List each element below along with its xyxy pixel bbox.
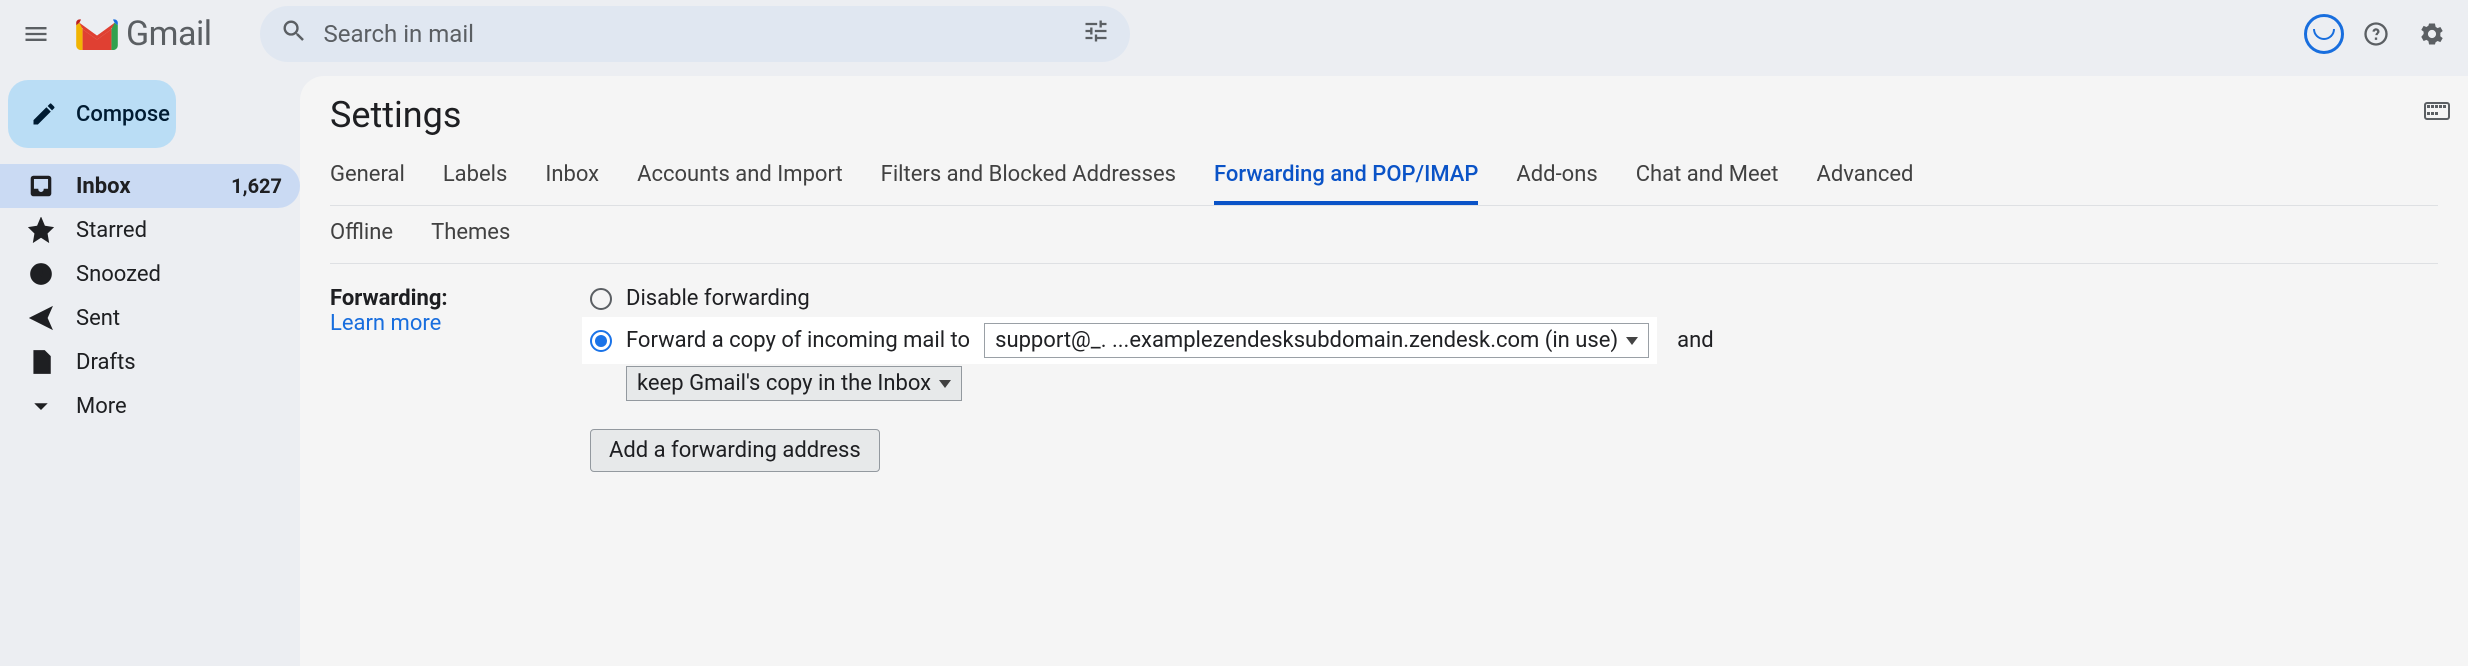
learn-more-link[interactable]: Learn more (330, 311, 441, 336)
page-title: Settings (330, 94, 2438, 136)
compose-button[interactable]: Compose (8, 80, 176, 148)
sidebar-item-label: More (76, 394, 282, 419)
search-bar[interactable] (260, 6, 1130, 62)
radio-forward-row[interactable]: Forward a copy of incoming mail to suppo… (584, 319, 1655, 362)
sidebar-item-label: Snoozed (76, 262, 282, 287)
search-tune-icon[interactable] (1082, 17, 1110, 51)
tab-accounts-and-import[interactable]: Accounts and Import (637, 148, 843, 205)
and-text: and (1677, 328, 1714, 353)
help-icon[interactable] (2352, 10, 2400, 58)
send-icon (28, 305, 54, 331)
inbox-count: 1,627 (231, 174, 282, 198)
sidebar-item-label: Sent (76, 306, 282, 331)
tab-inbox[interactable]: Inbox (545, 148, 599, 205)
radio-icon[interactable] (590, 330, 612, 352)
sidebar-item-sent[interactable]: Sent (0, 296, 300, 340)
tab-offline[interactable]: Offline (330, 206, 393, 263)
app-name: Gmail (126, 14, 212, 54)
tab-filters-and-blocked-addresses[interactable]: Filters and Blocked Addresses (881, 148, 1176, 205)
tab-labels[interactable]: Labels (443, 148, 508, 205)
tab-chat-and-meet[interactable]: Chat and Meet (1636, 148, 1779, 205)
tab-add-ons[interactable]: Add-ons (1516, 148, 1597, 205)
chevron-down-icon (28, 393, 54, 419)
gmail-mark-icon (76, 18, 118, 50)
search-input[interactable] (324, 20, 1082, 48)
clock-icon (28, 261, 54, 287)
settings-tabs: General Labels Inbox Accounts and Import Fil… (330, 148, 2438, 206)
add-forwarding-address-button[interactable]: Add a forwarding address (590, 429, 880, 472)
sidebar-item-drafts[interactable]: Drafts (0, 340, 300, 384)
compose-label: Compose (76, 102, 170, 127)
inbox-icon (28, 173, 54, 199)
tab-forwarding-and-pop-imap[interactable]: Forwarding and POP/IMAP (1214, 148, 1478, 205)
sidebar-item-label: Starred (76, 218, 282, 243)
radio-label: Forward a copy of incoming mail to (626, 328, 970, 353)
radio-disable-forwarding[interactable]: Disable forwarding (590, 286, 2438, 311)
radio-label: Disable forwarding (626, 286, 810, 311)
sidebar: Compose Inbox 1,627 Starred Snoozed Sent (0, 68, 300, 666)
tab-general[interactable]: General (330, 148, 405, 205)
forward-address-select[interactable]: support@_. ...examplezendesksubdomain.ze… (984, 323, 1649, 358)
sidebar-item-inbox[interactable]: Inbox 1,627 (0, 164, 300, 208)
radio-icon[interactable] (590, 288, 612, 310)
keyboard-icon[interactable] (2424, 102, 2450, 120)
main-menu-icon[interactable] (12, 10, 60, 58)
file-icon (28, 349, 54, 375)
sidebar-item-starred[interactable]: Starred (0, 208, 300, 252)
sidebar-item-label: Inbox (76, 174, 209, 199)
sidebar-item-snoozed[interactable]: Snoozed (0, 252, 300, 296)
star-icon (28, 217, 54, 243)
gmail-logo[interactable]: Gmail (76, 14, 212, 54)
keep-copy-select[interactable]: keep Gmail's copy in the Inbox (626, 366, 962, 401)
settings-tabs-row2: Offline Themes (330, 206, 2438, 264)
search-icon[interactable] (280, 17, 308, 51)
sidebar-item-more[interactable]: More (0, 384, 300, 428)
section-title: Forwarding: (330, 286, 550, 311)
tab-advanced[interactable]: Advanced (1816, 148, 1913, 205)
tab-themes[interactable]: Themes (431, 206, 510, 263)
status-icon[interactable] (2304, 14, 2344, 54)
main-panel: Settings General Labels Inbox Accounts and … (300, 76, 2468, 666)
gear-icon[interactable] (2408, 10, 2456, 58)
sidebar-item-label: Drafts (76, 350, 282, 375)
